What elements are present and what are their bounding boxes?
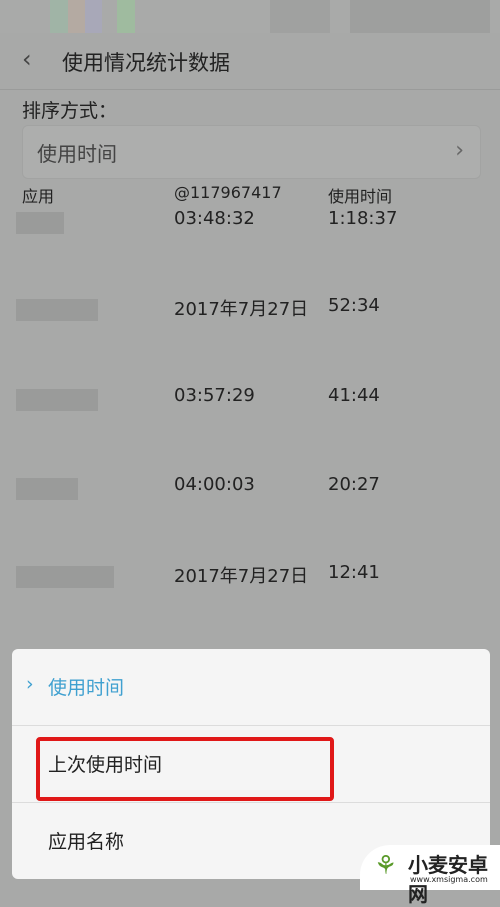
last-used-cell: 2017年7月27日 [174, 299, 309, 320]
back-icon[interactable]: ‹ [22, 45, 32, 73]
app-icon-blurred [16, 566, 114, 588]
col-usage: 使用时间 [328, 187, 393, 206]
col-last-used: @117967417 [174, 183, 282, 202]
wheat-icon: ⚘ [374, 851, 398, 881]
option-usage-time[interactable]: › 使用时间 [12, 649, 490, 726]
app-bar: ‹ 使用情况统计数据 [0, 33, 500, 90]
last-used-cell: 04:00:03 [174, 474, 255, 495]
app-icon-blurred [16, 389, 98, 411]
usage-cell: 1:18:37 [328, 208, 398, 229]
sort-value: 使用时间 [37, 142, 117, 166]
app-icon-blurred [16, 212, 64, 234]
usage-cell: 12:41 [328, 562, 380, 583]
usage-cell: 41:44 [328, 385, 380, 406]
sort-label: 排序方式： [22, 100, 118, 122]
last-used-cell: 03:48:32 [174, 208, 255, 229]
app-icon-blurred [16, 478, 78, 500]
app-icon-blurred [16, 299, 98, 321]
check-chevron-icon: › [26, 673, 34, 695]
usage-cell: 20:27 [328, 474, 380, 495]
chevron-right-icon: › [455, 138, 464, 163]
col-app: 应用 [22, 187, 55, 206]
sort-select[interactable]: 使用时间 › [22, 125, 481, 179]
status-bar [0, 0, 500, 33]
watermark-logo: ⚘ 小麦安卓网 www.xmsigma.com [360, 845, 500, 906]
usage-cell: 52:34 [328, 295, 380, 316]
last-used-cell: 2017年7月27日 [174, 566, 309, 587]
last-used-cell: 03:57:29 [174, 385, 255, 406]
highlight-box [36, 737, 334, 801]
page-title: 使用情况统计数据 [62, 51, 230, 75]
